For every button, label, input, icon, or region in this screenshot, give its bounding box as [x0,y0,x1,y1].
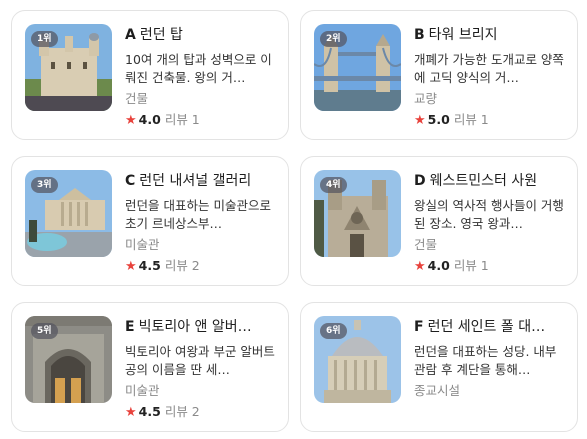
place-card-3[interactable]: 3위 C 런던 내셔널 갤러리 런던을 대표하는 미술관으로 초기 르네상스부… … [11,156,289,286]
place-category: 종교시설 [414,383,461,398]
place-card-5[interactable]: 5위 E 빅토리아 앤 알버… 빅토리아 여왕과 부군 알버트 공의 이름을 딴 … [11,302,289,432]
rank-badge: 4위 [320,177,347,193]
rating-score: 4.0 [427,258,450,273]
star-icon: ★ [125,113,137,128]
place-marker-letter: F [414,319,424,335]
place-marker-letter: D [414,173,426,189]
place-description: 런던을 대표하는 미술관으로 초기 르네상스부… [125,198,271,231]
place-title[interactable]: F 런던 세인트 폴 대… [414,318,569,336]
place-rating: ★ 4.0 리뷰 1 [125,112,200,129]
star-icon: ★ [125,405,137,420]
place-card-4[interactable]: 4위 D 웨스트민스터 사원 왕실의 역사적 행사들이 거행된 장소. 영국 왕과… [300,156,578,286]
place-marker-letter: B [414,27,425,43]
place-photo[interactable]: 5위 [25,316,112,403]
review-count[interactable]: 리뷰 1 [454,112,489,127]
place-description: 빅토리아 여왕과 부군 알버트 공의 이름을 딴 세… [125,344,275,377]
place-name: 빅토리아 앤 알버… [138,319,252,335]
star-icon: ★ [125,259,137,274]
place-category: 미술관 [125,383,160,398]
rating-score: 4.0 [138,112,161,127]
place-card-6[interactable]: 6위 F 런던 세인트 폴 대… 런던을 대표하는 성당. 내부 관람 후 계단을… [300,302,578,432]
place-name: 런던 내셔널 갤러리 [139,173,252,189]
review-count[interactable]: 리뷰 2 [165,258,200,273]
rank-badge: 6위 [320,323,347,339]
place-card-2[interactable]: 2위 B 타워 브리지 개폐가 가능한 도개교로 양쪽에 고딕 양식의 거… 교량… [300,10,578,140]
place-description: 개폐가 가능한 도개교로 양쪽에 고딕 양식의 거… [414,52,564,85]
review-count[interactable]: 리뷰 1 [165,112,200,127]
place-title[interactable]: A 런던 탑 [125,26,280,44]
place-photo[interactable]: 6위 [314,316,401,403]
rank-badge: 1위 [31,31,58,47]
place-rating: ★ 4.0 리뷰 1 [414,258,489,275]
place-title[interactable]: B 타워 브리지 [414,26,569,44]
place-description: 10여 개의 탑과 성벽으로 이뤄진 건축물. 왕의 거… [125,52,272,85]
place-rating: ★ 4.5 리뷰 2 [125,258,200,275]
place-title[interactable]: D 웨스트민스터 사원 [414,172,569,190]
place-photo[interactable]: 3위 [25,170,112,257]
rank-badge: 5위 [31,323,58,339]
rank-badge: 2위 [320,31,347,47]
place-description: 런던을 대표하는 성당. 내부 관람 후 계단을 통해… [414,344,557,377]
place-rating: ★ 5.0 리뷰 1 [414,112,489,129]
review-count[interactable]: 리뷰 2 [165,404,200,419]
place-name: 웨스트민스터 사원 [429,173,538,189]
place-photo[interactable]: 2위 [314,24,401,111]
star-icon: ★ [414,259,426,274]
rating-score: 4.5 [138,258,161,273]
place-card-1[interactable]: 1위 A 런던 탑 10여 개의 탑과 성벽으로 이뤄진 건축물. 왕의 거… 건… [11,10,289,140]
rating-score: 5.0 [427,112,450,127]
place-list: { "places": [ {"rank":"1위","letter":"A",… [0,0,587,439]
rating-score: 4.5 [138,404,161,419]
review-count[interactable]: 리뷰 1 [454,258,489,273]
place-category: 미술관 [125,237,160,252]
place-marker-letter: C [125,173,136,189]
place-rating: ★ 4.5 리뷰 2 [125,404,200,421]
place-name: 런던 세인트 폴 대… [427,319,546,335]
place-photo[interactable]: 4위 [314,170,401,257]
place-category: 교량 [414,91,438,106]
place-marker-letter: E [125,319,135,335]
rank-badge: 3위 [31,177,58,193]
place-name: 런던 탑 [139,27,183,43]
place-category: 건물 [125,91,149,106]
star-icon: ★ [414,113,426,128]
place-photo[interactable]: 1위 [25,24,112,111]
place-name: 타워 브리지 [428,27,498,43]
place-title[interactable]: E 빅토리아 앤 알버… [125,318,280,336]
place-marker-letter: A [125,27,136,43]
place-title[interactable]: C 런던 내셔널 갤러리 [125,172,280,190]
place-description: 왕실의 역사적 행사들이 거행된 장소. 영국 왕과… [414,198,564,231]
place-category: 건물 [414,237,438,252]
